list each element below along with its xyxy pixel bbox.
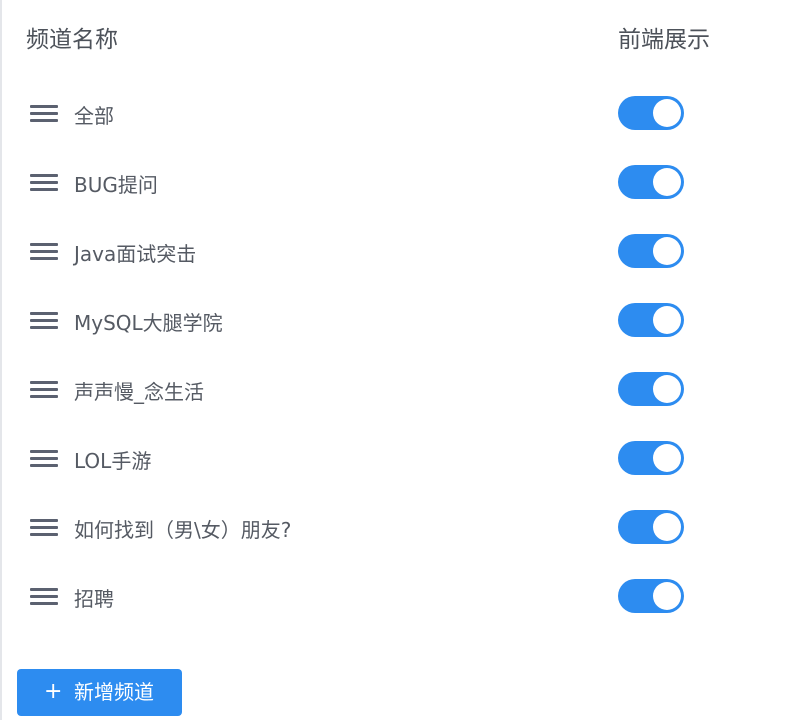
channel-label: 招聘 bbox=[74, 587, 114, 611]
drag-handle-icon[interactable] bbox=[30, 381, 58, 399]
frontend-display-column-header: 前端展示 bbox=[618, 27, 710, 53]
channel-row: MySQL大腿学院 bbox=[26, 285, 766, 354]
frontend-display-toggle[interactable] bbox=[618, 510, 684, 544]
toggle-knob bbox=[653, 582, 681, 610]
frontend-display-toggle[interactable] bbox=[618, 441, 684, 475]
channel-row: 招聘 bbox=[26, 561, 766, 630]
add-channel-button[interactable]: + 新增频道 bbox=[17, 669, 182, 716]
frontend-display-toggle[interactable] bbox=[618, 234, 684, 268]
toggle-knob bbox=[653, 513, 681, 541]
channel-label: Java面试突击 bbox=[74, 242, 197, 266]
channel-row: 如何找到（男\女）朋友? bbox=[26, 492, 766, 561]
toggle-knob bbox=[653, 168, 681, 196]
channel-list: 全部 BUG提问 Java面试突击 MySQL大腿学院 声声慢_念生活 LOL手… bbox=[26, 78, 766, 630]
frontend-display-toggle[interactable] bbox=[618, 372, 684, 406]
left-border bbox=[0, 0, 2, 720]
channel-label: 声声慢_念生活 bbox=[74, 380, 204, 404]
drag-handle-icon[interactable] bbox=[30, 312, 58, 330]
drag-handle-icon[interactable] bbox=[30, 174, 58, 192]
channel-label: 全部 bbox=[74, 104, 114, 128]
toggle-knob bbox=[653, 237, 681, 265]
drag-handle-icon[interactable] bbox=[30, 450, 58, 468]
channel-label: LOL手游 bbox=[74, 449, 152, 473]
drag-handle-icon[interactable] bbox=[30, 519, 58, 537]
channel-row: Java面试突击 bbox=[26, 216, 766, 285]
channel-row: 声声慢_念生活 bbox=[26, 354, 766, 423]
channel-row: 全部 bbox=[26, 78, 766, 147]
frontend-display-toggle[interactable] bbox=[618, 96, 684, 130]
drag-handle-icon[interactable] bbox=[30, 243, 58, 261]
drag-handle-icon[interactable] bbox=[30, 105, 58, 123]
toggle-knob bbox=[653, 99, 681, 127]
toggle-knob bbox=[653, 306, 681, 334]
channel-label: BUG提问 bbox=[74, 173, 158, 197]
frontend-display-toggle[interactable] bbox=[618, 165, 684, 199]
table-header: 频道名称 前端展示 bbox=[26, 20, 766, 54]
plus-icon: + bbox=[44, 679, 63, 704]
toggle-knob bbox=[653, 444, 681, 472]
frontend-display-toggle[interactable] bbox=[618, 579, 684, 613]
channel-row: BUG提问 bbox=[26, 147, 766, 216]
channel-label: MySQL大腿学院 bbox=[74, 311, 223, 335]
add-channel-label: 新增频道 bbox=[74, 680, 154, 704]
channel-name-column-header: 频道名称 bbox=[26, 27, 118, 53]
frontend-display-toggle[interactable] bbox=[618, 303, 684, 337]
channel-label: 如何找到（男\女）朋友? bbox=[74, 518, 292, 542]
toggle-knob bbox=[653, 375, 681, 403]
drag-handle-icon[interactable] bbox=[30, 588, 58, 606]
channel-row: LOL手游 bbox=[26, 423, 766, 492]
